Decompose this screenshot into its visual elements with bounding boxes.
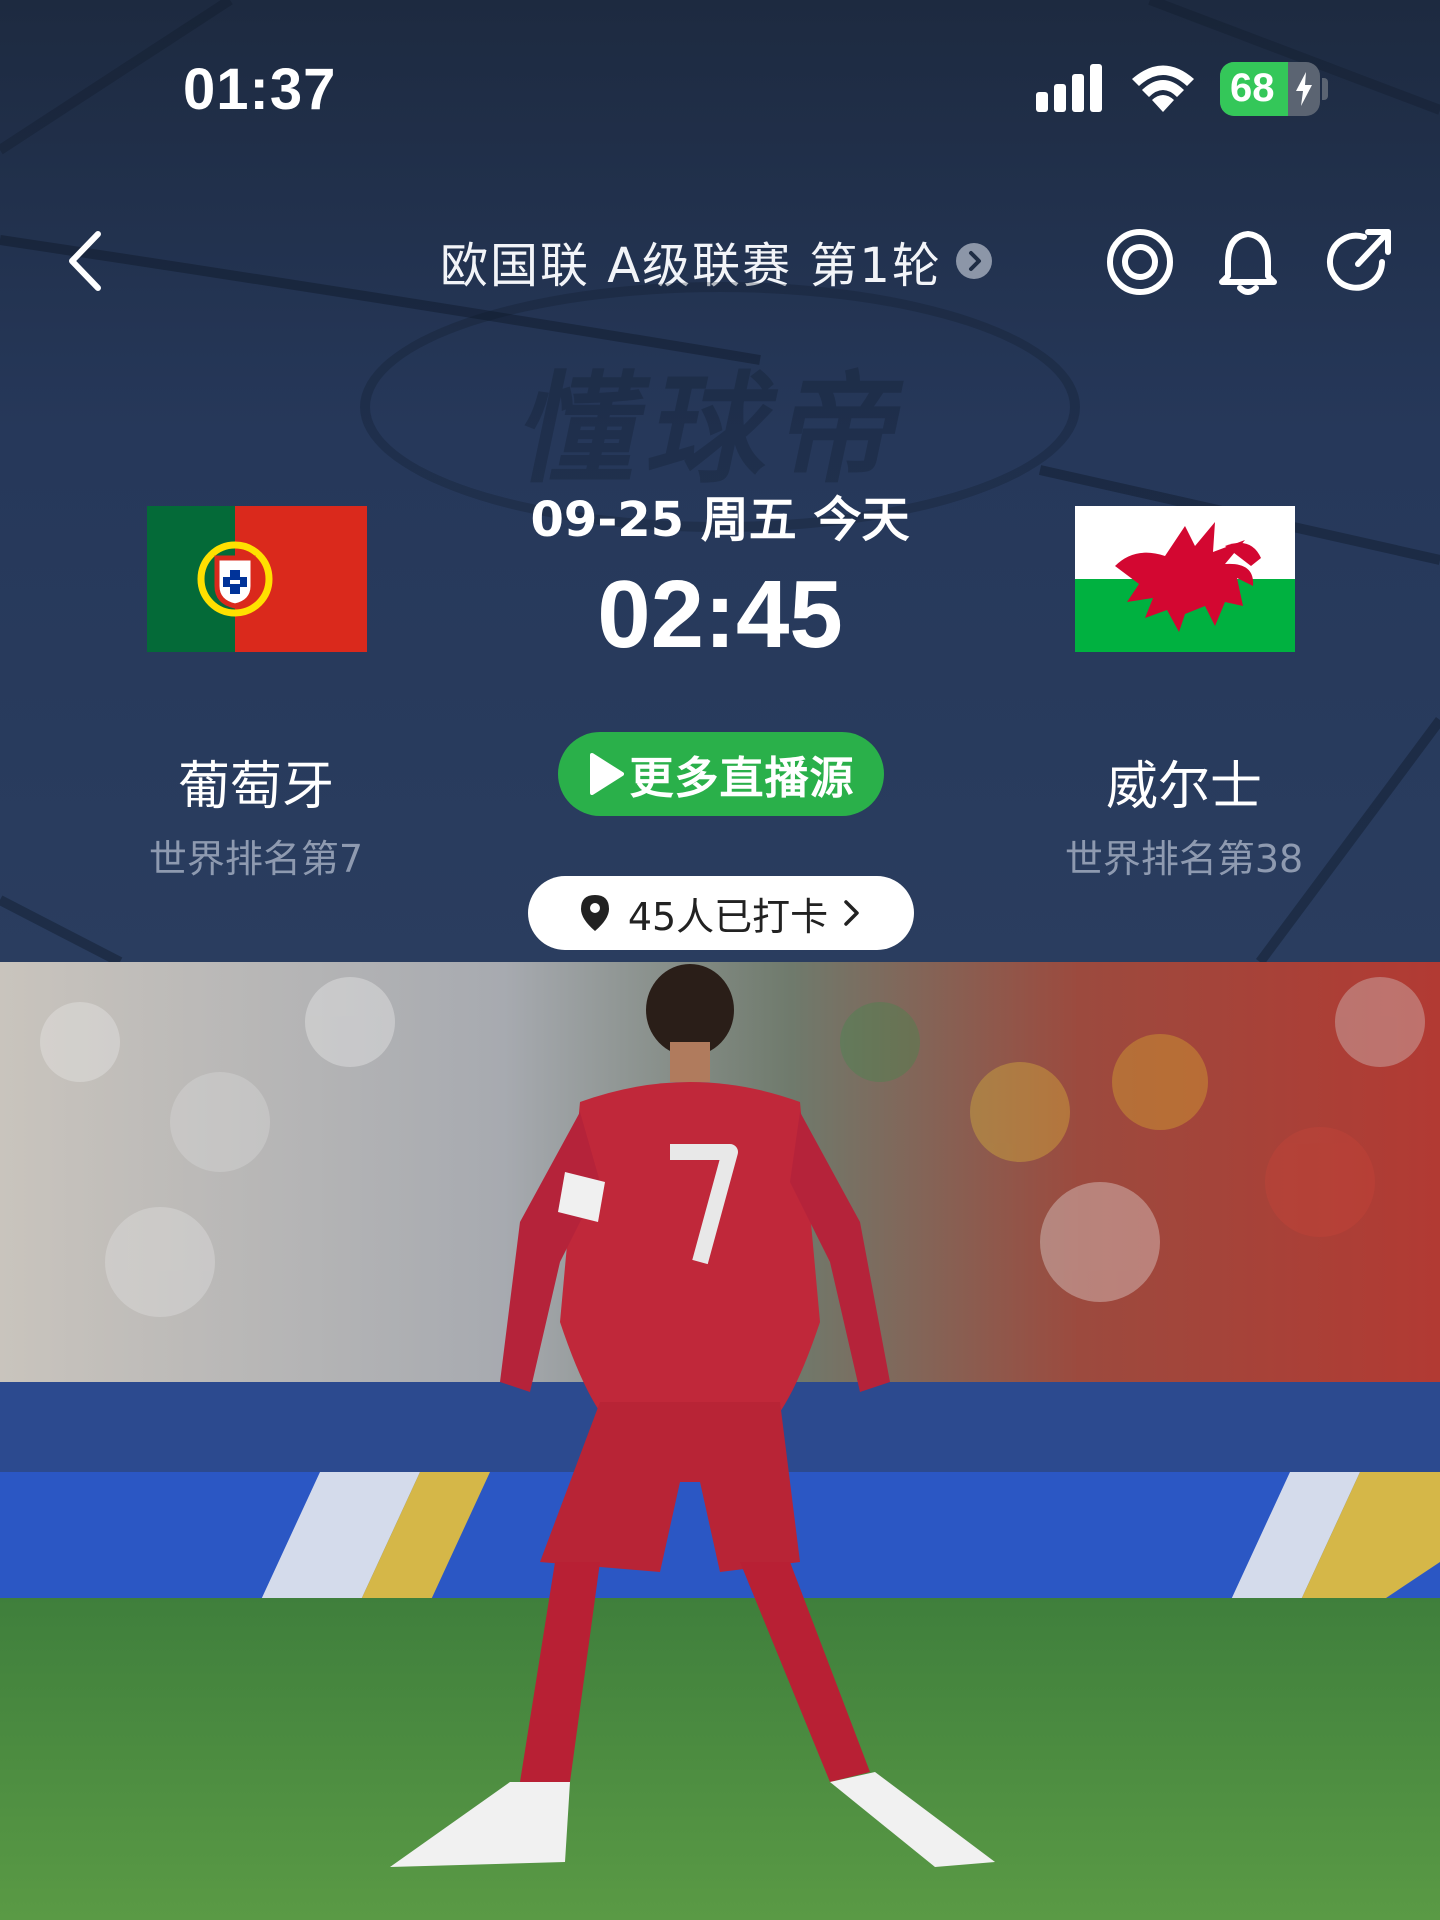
- portugal-flag-icon: [147, 506, 367, 652]
- match-cover-photo: [0, 962, 1440, 1920]
- match-header: 01:37 68 欧国联 A级联赛 第1轮 懂球帝 葡萄牙 世界排名第7 威尔士…: [0, 0, 1440, 962]
- away-team-name[interactable]: 威尔士: [1004, 744, 1364, 819]
- play-icon: [589, 753, 624, 795]
- wifi-icon: [1132, 65, 1194, 112]
- battery-indicator: 68: [1220, 62, 1320, 116]
- lightning-bolt-icon: [1296, 72, 1312, 106]
- battery-level: 68: [1230, 66, 1275, 110]
- location-pin-icon: [580, 895, 609, 931]
- share-icon[interactable]: [1324, 226, 1396, 298]
- home-team-name[interactable]: 葡萄牙: [76, 744, 436, 819]
- back-button[interactable]: [60, 226, 110, 296]
- bell-icon[interactable]: [1212, 226, 1284, 298]
- away-team-rank: 世界排名第38: [1064, 837, 1304, 881]
- target-icon[interactable]: [1104, 226, 1176, 298]
- home-team-rank: 世界排名第7: [148, 837, 364, 881]
- checkin-count-label: 45人已打卡: [627, 894, 829, 939]
- match-date: 09-25 周五 今天: [530, 492, 910, 548]
- more-live-sources-button[interactable]: 更多直播源: [558, 732, 884, 816]
- battery-cap: [1322, 78, 1328, 100]
- status-bar: 01:37 68: [0, 0, 1440, 180]
- player-photo-illustration: [0, 962, 1440, 1920]
- wales-flag-icon: [1075, 506, 1295, 652]
- more-live-sources-label: 更多直播源: [629, 753, 855, 804]
- checkin-button[interactable]: 45人已打卡: [528, 876, 914, 950]
- status-time: 01:37: [183, 57, 337, 122]
- chevron-right-circle-icon: [955, 243, 992, 279]
- cellular-signal-icon: [1036, 64, 1102, 112]
- chevron-right-icon: [844, 900, 859, 926]
- match-kickoff-time: 02:45: [597, 561, 843, 668]
